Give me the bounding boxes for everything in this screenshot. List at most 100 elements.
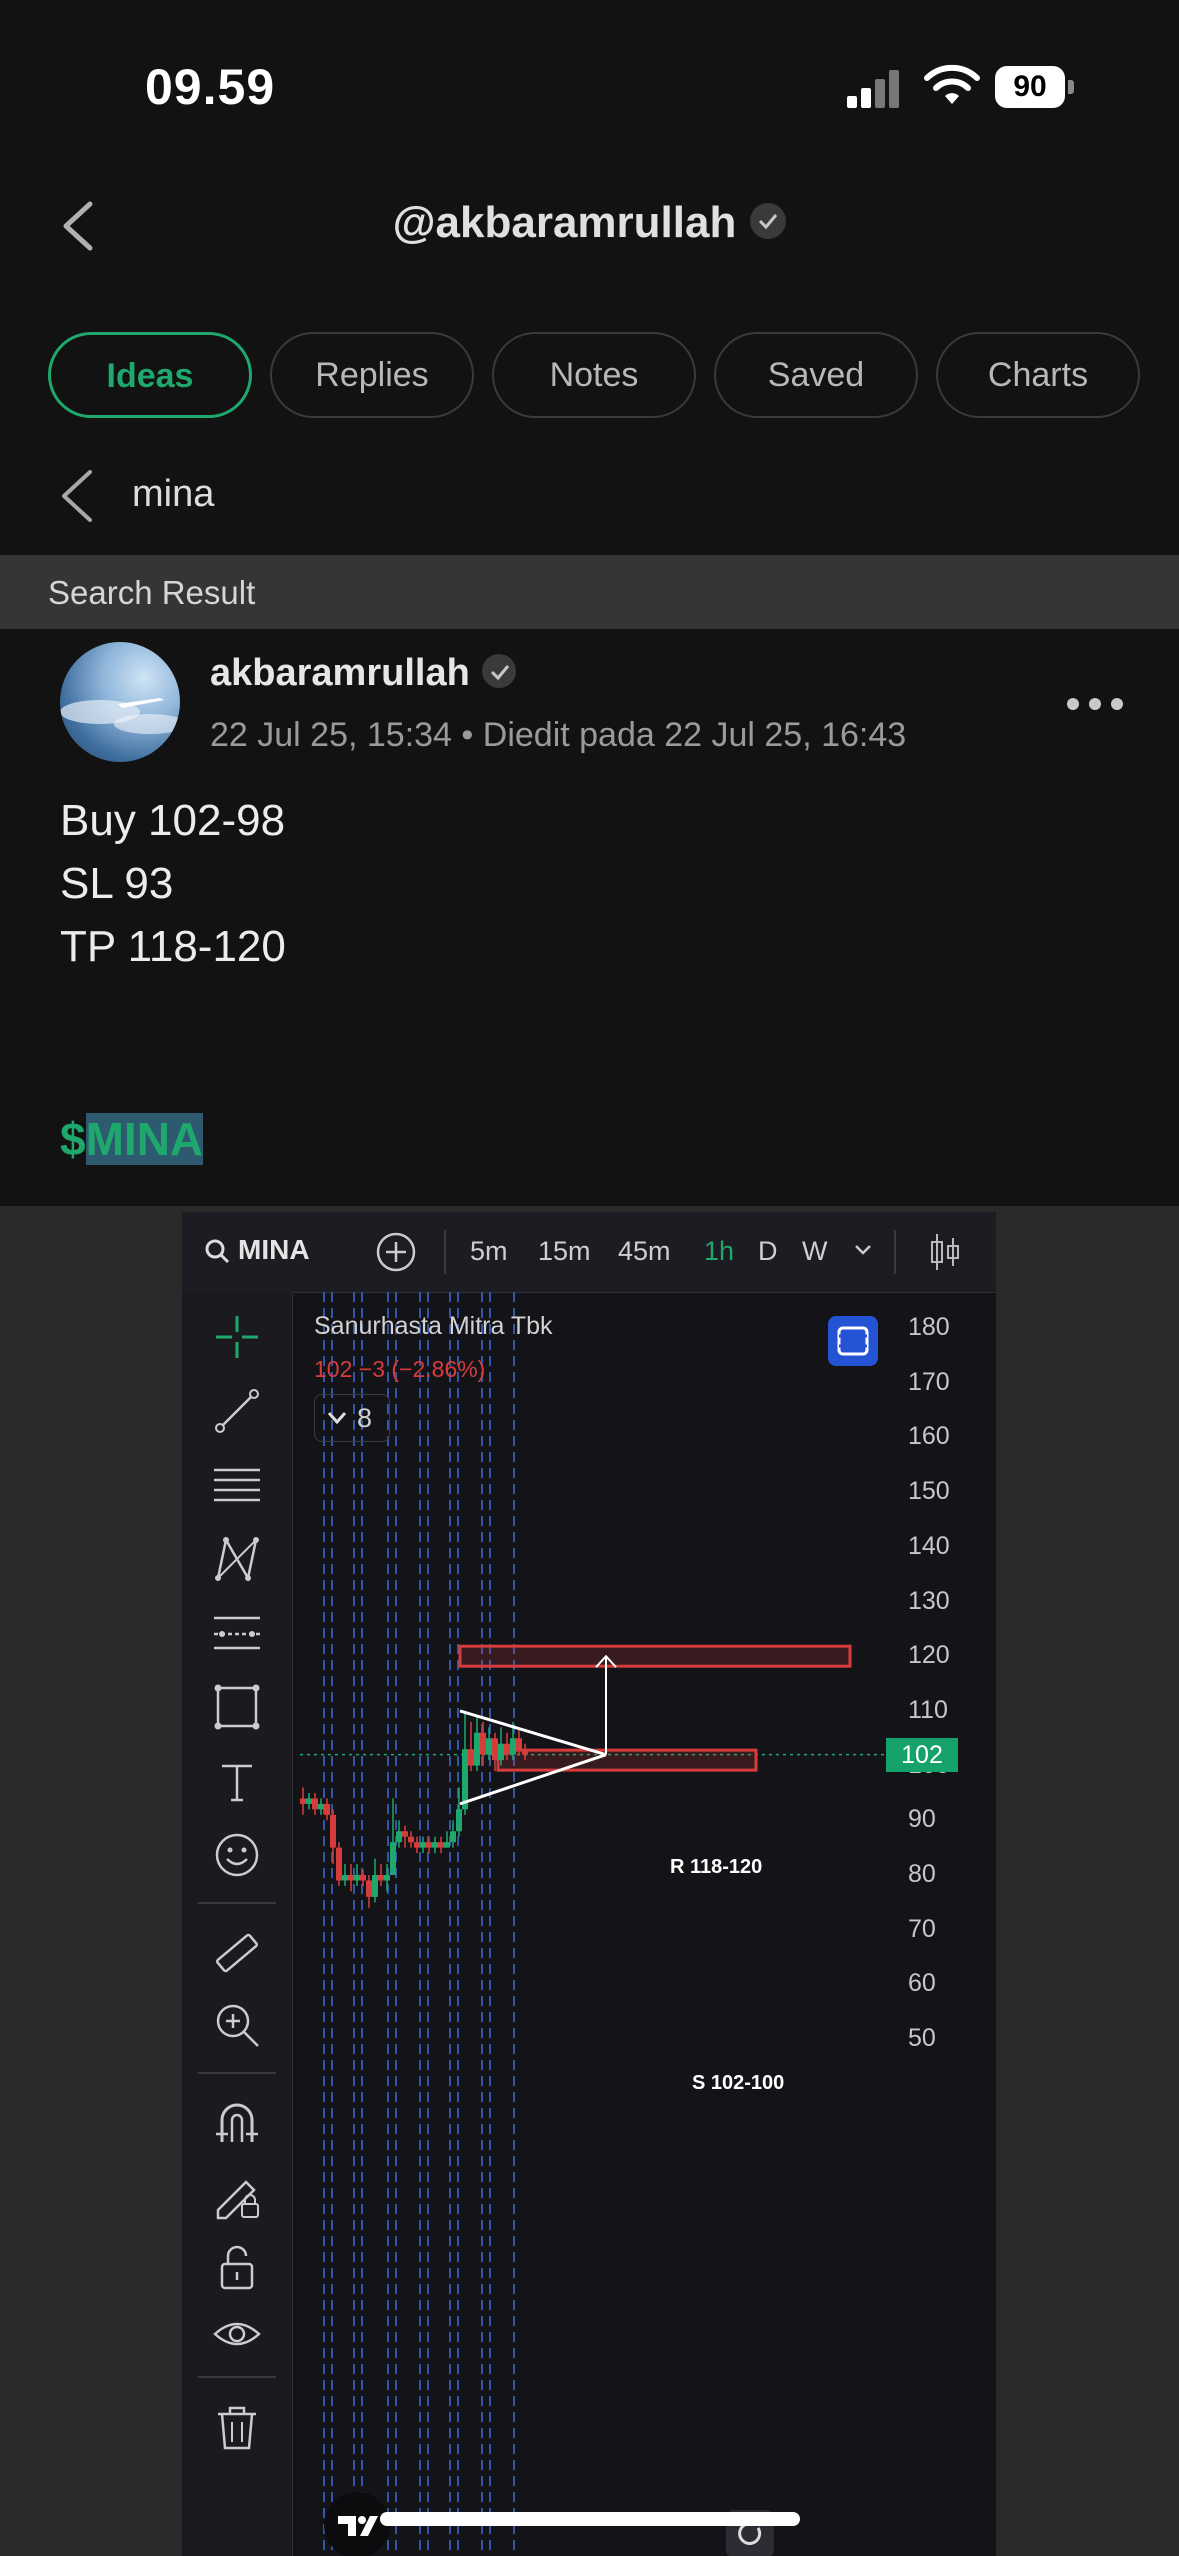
tab-notes[interactable]: Notes xyxy=(492,332,696,418)
battery-level: 90 xyxy=(1013,70,1047,103)
interval-d[interactable]: D xyxy=(758,1236,778,1267)
author-verified-icon xyxy=(481,653,516,688)
chart-symbol[interactable]: MINA xyxy=(238,1234,310,1266)
post-author[interactable]: akbaramrullah xyxy=(210,652,516,695)
price-axis-tick: 110 xyxy=(908,1695,948,1724)
forecast-tool-icon[interactable] xyxy=(212,1608,262,1658)
profile-handle: @akbaramrullah xyxy=(0,198,1179,248)
chart-image[interactable]: MINA 5m 15m 45m 1h D W Sanurhasta Mitra … xyxy=(182,1212,996,2556)
price-canvas[interactable] xyxy=(300,1292,996,2556)
add-symbol-icon[interactable] xyxy=(374,1230,418,1274)
search-back-icon[interactable] xyxy=(58,468,94,524)
fullscreen-icon xyxy=(837,1326,869,1356)
post-line-tp: TP 118-120 xyxy=(60,922,286,971)
price-change: 102 −3 (−2.86%) xyxy=(314,1356,486,1382)
last-price-tag: 102 xyxy=(886,1737,958,1772)
tab-replies[interactable]: Replies xyxy=(270,332,474,418)
interval-dropdown-icon[interactable] xyxy=(854,1244,872,1256)
rectangle-tool-icon[interactable] xyxy=(212,1682,262,1732)
candle-body xyxy=(324,1803,330,1815)
visibility-icon[interactable] xyxy=(212,2310,262,2360)
candle-body xyxy=(426,1842,432,1848)
wifi-icon xyxy=(924,64,980,104)
price-axis-tick: 160 xyxy=(908,1422,950,1451)
pattern-tool-icon[interactable] xyxy=(212,1534,262,1584)
price-axis-tick: 150 xyxy=(908,1477,950,1506)
price-axis-tick: 50 xyxy=(908,2024,936,2053)
status-time: 09.59 xyxy=(145,59,276,115)
price-plot[interactable]: Sanurhasta Mitra Tbk 102 −3 (−2.86%) 8 1… xyxy=(300,1292,996,2556)
tradingview-logo xyxy=(324,2492,390,2556)
candle-body xyxy=(480,1732,486,1755)
candle-body xyxy=(516,1738,522,1750)
candle-body xyxy=(318,1803,324,1810)
candle-body xyxy=(360,1875,366,1881)
interval-45m[interactable]: 45m xyxy=(618,1236,671,1267)
ticker-symbol[interactable]: MINA xyxy=(85,1113,204,1165)
candle-body xyxy=(492,1738,498,1761)
candle-body xyxy=(408,1836,414,1843)
trend-line-icon[interactable] xyxy=(212,1386,262,1436)
interval-1h[interactable]: 1h xyxy=(704,1236,734,1267)
price-axis-tick: 90 xyxy=(908,1805,936,1834)
text-tool-icon[interactable] xyxy=(212,1756,262,1806)
candle-body xyxy=(468,1749,474,1766)
author-name[interactable]: akbaramrullah xyxy=(210,652,470,694)
tab-charts[interactable]: Charts xyxy=(936,332,1140,418)
price-axis-tick: 170 xyxy=(908,1367,950,1396)
search-query[interactable]: mina xyxy=(132,473,214,516)
price-axis-tick: 60 xyxy=(908,1969,936,1998)
lock-drawing-icon[interactable] xyxy=(212,2170,262,2220)
candle-body xyxy=(474,1732,480,1766)
handle-text: @akbaramrullah xyxy=(392,198,737,247)
zoom-in-icon[interactable] xyxy=(212,2000,262,2050)
tab-saved[interactable]: Saved xyxy=(714,332,918,418)
tab-ideas[interactable]: Ideas xyxy=(48,332,252,418)
post-line-sl: SL 93 xyxy=(60,859,174,908)
price-axis-tick: 120 xyxy=(908,1641,950,1670)
candle-body xyxy=(420,1842,426,1848)
fullscreen-button[interactable] xyxy=(828,1316,878,1366)
support-zone xyxy=(496,1748,758,1772)
fib-lines-icon[interactable] xyxy=(212,1460,262,1510)
magnet-icon[interactable] xyxy=(212,2098,262,2148)
candle-body xyxy=(390,1842,396,1875)
crosshair-icon[interactable] xyxy=(212,1312,262,1362)
support-label: S 102-100 xyxy=(692,2072,785,2094)
candle-body xyxy=(414,1842,420,1848)
interval-w[interactable]: W xyxy=(802,1236,827,1267)
price-axis-tick: 180 xyxy=(908,1313,950,1341)
ruler-icon[interactable] xyxy=(212,1928,262,1978)
interval-15m[interactable]: 15m xyxy=(538,1236,591,1267)
more-options-icon[interactable] xyxy=(1065,696,1125,712)
unlock-icon[interactable] xyxy=(212,2242,262,2292)
indicator-toggle[interactable]: 8 xyxy=(314,1394,390,1442)
price-axis-tick: 80 xyxy=(908,1860,936,1888)
candle-style-icon[interactable] xyxy=(928,1232,962,1272)
candle-body xyxy=(432,1842,438,1848)
search-result-label: Search Result xyxy=(48,574,256,611)
ticker-link[interactable]: $MINA xyxy=(60,1112,204,1166)
home-indicator xyxy=(380,2512,800,2526)
candle-body xyxy=(396,1831,402,1843)
candle-body xyxy=(372,1875,378,1897)
price-axis-tick: 70 xyxy=(908,1914,936,1943)
company-name: Sanurhasta Mitra Tbk xyxy=(314,1312,553,1340)
indicator-count: 8 xyxy=(357,1403,373,1433)
post-date: 22 Jul 25, 15:34 • Diedit pada 22 Jul 25… xyxy=(210,716,907,754)
interval-5m[interactable]: 5m xyxy=(470,1236,508,1267)
resistance-zone xyxy=(458,1644,852,1668)
candle-body xyxy=(306,1798,312,1804)
candle-body xyxy=(330,1814,336,1848)
ticker-prefix: $ xyxy=(60,1113,86,1165)
candle-body xyxy=(498,1743,504,1761)
resistance-label: R 118-120 xyxy=(670,1856,763,1878)
emoji-tool-icon[interactable] xyxy=(212,1830,262,1880)
chevron-down-icon xyxy=(327,1412,347,1425)
candle-body xyxy=(450,1831,456,1843)
candle-body xyxy=(504,1743,510,1755)
candle-body xyxy=(312,1798,318,1810)
battery-indicator: 90 xyxy=(995,66,1075,108)
delete-icon[interactable] xyxy=(212,2402,262,2452)
avatar[interactable] xyxy=(60,642,180,762)
